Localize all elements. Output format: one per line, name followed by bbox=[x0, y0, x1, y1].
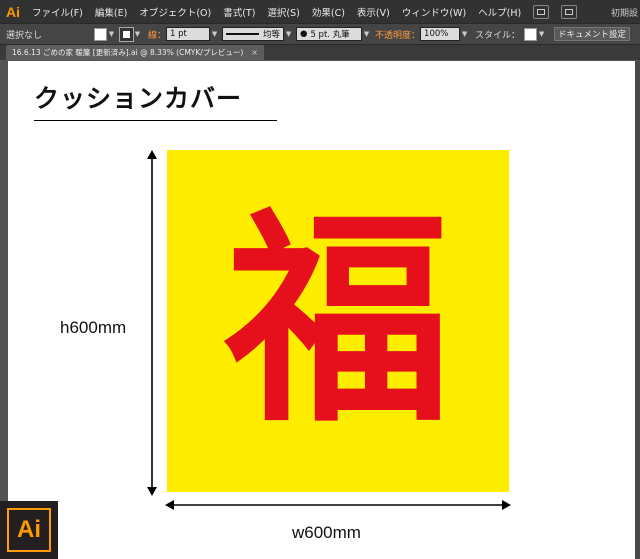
menu-edit[interactable]: 編集(E) bbox=[89, 5, 133, 19]
chevron-down-icon[interactable]: ▼ bbox=[537, 28, 546, 41]
menu-select[interactable]: 選択(S) bbox=[261, 5, 305, 19]
artboard-canvas[interactable]: クッションカバー h600mm 福 w600mm bbox=[8, 61, 635, 559]
close-icon[interactable]: × bbox=[251, 48, 258, 57]
brush-label: 5 pt. 丸筆 bbox=[310, 30, 350, 40]
chevron-down-icon[interactable]: ▼ bbox=[284, 28, 293, 41]
width-label: w600mm bbox=[292, 523, 361, 542]
arrange-documents-icon[interactable] bbox=[561, 4, 578, 19]
menu-object[interactable]: オブジェクト(O) bbox=[133, 5, 217, 19]
width-dimension-arrow bbox=[165, 500, 511, 510]
document-setup-button[interactable]: ドキュメント設定 bbox=[554, 27, 631, 41]
brush-dot-icon: ● bbox=[300, 29, 308, 39]
chevron-down-icon[interactable]: ▼ bbox=[107, 28, 116, 41]
right-panel-edge bbox=[635, 61, 640, 559]
stroke-weight-field[interactable]: 1 pt bbox=[166, 27, 211, 41]
ai-logo-text: Ai bbox=[7, 508, 51, 552]
opacity-label[interactable]: 不透明度： bbox=[375, 28, 420, 41]
selection-status: 選択なし bbox=[6, 30, 43, 41]
menu-window[interactable]: ウィンドウ(W) bbox=[396, 5, 472, 19]
stroke-label[interactable]: 線： bbox=[148, 28, 166, 41]
stroke-profile-label: 均等 bbox=[263, 30, 281, 40]
illustrator-logo-badge: Ai bbox=[0, 501, 58, 559]
height-label: h600mm bbox=[60, 318, 127, 337]
menu-bar: Ai ファイル(F) 編集(E) オブジェクト(O) 書式(T) 選択(S) 効… bbox=[0, 0, 640, 23]
opacity-field[interactable]: 100% bbox=[420, 27, 461, 41]
fill-swatch[interactable] bbox=[94, 27, 107, 41]
bridge-icon[interactable] bbox=[533, 4, 550, 19]
menu-view[interactable]: 表示(V) bbox=[351, 5, 396, 19]
height-dimension-arrow bbox=[147, 150, 157, 496]
chevron-down-icon[interactable]: ▼ bbox=[362, 28, 371, 41]
page-title: クッションカバー bbox=[34, 84, 243, 113]
control-bar: 選択なし ▼ ▼ 線： 1 pt ▼ 均等 ▼ ● 5 pt. 丸筆 ▼ 不透明… bbox=[0, 23, 640, 45]
document-tab[interactable]: 16.6.13 ごめの家 暖簾 [更新済み].ai @ 8.33% (CMYK/… bbox=[6, 45, 264, 60]
menu-help[interactable]: ヘルプ(H) bbox=[472, 5, 527, 19]
app-logo: Ai bbox=[6, 3, 20, 20]
workspace-switcher[interactable]: 初期設 bbox=[611, 6, 638, 19]
fuku-kanji: 福 bbox=[224, 188, 451, 453]
stroke-swatch[interactable] bbox=[119, 26, 134, 42]
chevron-down-icon[interactable]: ▼ bbox=[460, 28, 469, 41]
cushion-design[interactable]: 福 bbox=[167, 150, 509, 492]
stroke-line-preview bbox=[226, 33, 259, 35]
title-underline bbox=[34, 120, 277, 121]
style-swatch[interactable] bbox=[524, 27, 538, 41]
menu-type[interactable]: 書式(T) bbox=[217, 5, 261, 19]
stroke-profile-select[interactable]: 均等 bbox=[222, 27, 285, 41]
chevron-down-icon[interactable]: ▼ bbox=[133, 28, 142, 41]
brush-select[interactable]: ● 5 pt. 丸筆 bbox=[296, 27, 363, 41]
document-tab-title: 16.6.13 ごめの家 暖簾 [更新済み].ai @ 8.33% (CMYK/… bbox=[12, 48, 244, 57]
menu-effect[interactable]: 効果(C) bbox=[306, 5, 351, 19]
document-tab-bar: 16.6.13 ごめの家 暖簾 [更新済み].ai @ 8.33% (CMYK/… bbox=[0, 45, 640, 60]
chevron-down-icon[interactable]: ▼ bbox=[210, 28, 219, 41]
style-label: スタイル： bbox=[475, 30, 521, 41]
menu-file[interactable]: ファイル(F) bbox=[26, 5, 89, 19]
